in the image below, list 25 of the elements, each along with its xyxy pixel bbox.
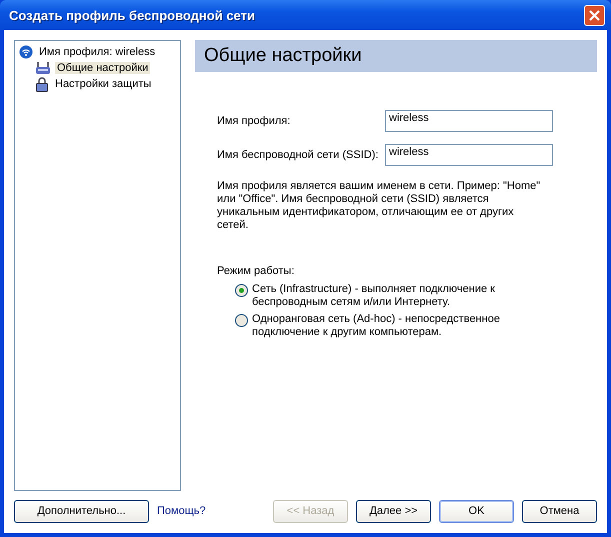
wifi-icon — [19, 45, 33, 59]
field-label: Имя профиля: — [217, 115, 292, 127]
field-label: Имя беспроводной сети (SSID): — [217, 149, 380, 161]
radio-label: Одноранговая сеть (Ad-hoc) - непосредственное подключение к другим компьютерам. — [252, 313, 501, 339]
radio-label: Сеть (Infrastructure) - выполняет подключение к беспроводным сетям и/или Интернету. — [252, 283, 496, 309]
radio-button[interactable] — [235, 314, 248, 327]
input-field[interactable]: wireless — [385, 144, 553, 166]
help-link[interactable]: Помощь? — [157, 505, 206, 517]
lock-icon — [35, 76, 49, 92]
description-text: Имя профиля является вашим именем в сети. Пример: "Home" или "Office". Имя беспроводной сети (SSID) является уникальным идентификатором, отличающим ее от других сетей. — [217, 180, 542, 232]
advanced-button[interactable]: Дополнительно... — [14, 500, 149, 522]
dialog-button[interactable]: OK — [439, 500, 514, 522]
dialog-button[interactable]: Отмена — [522, 500, 597, 522]
tree-item[interactable]: Имя профиля: wireless — [37, 46, 158, 58]
dialog-button[interactable]: Далее >> — [356, 500, 431, 522]
router-icon — [35, 61, 51, 75]
tree-item[interactable]: Общие настройки — [55, 62, 150, 74]
tree-item[interactable]: Настройки защиты — [53, 78, 154, 90]
page-header: Общие настройки — [195, 40, 597, 72]
close-button[interactable] — [584, 4, 605, 26]
close-icon — [588, 8, 601, 22]
input-field[interactable]: wireless — [385, 110, 553, 132]
mode-label: Режим работы: — [217, 265, 296, 277]
window-title: Создать профиль беспроводной сети — [9, 8, 255, 22]
radio-button[interactable] — [235, 284, 248, 297]
